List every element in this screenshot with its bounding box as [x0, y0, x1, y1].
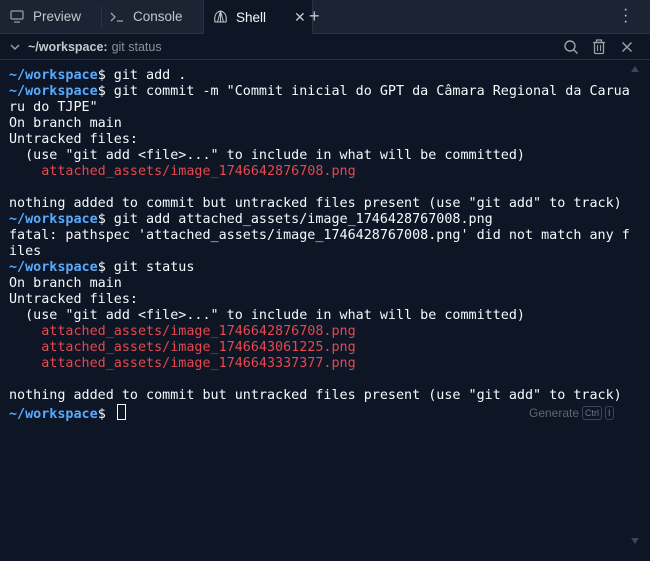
shell-prompt: ~/workspace	[9, 212, 98, 227]
tab-console[interactable]: Console	[109, 0, 183, 33]
chevron-down-icon[interactable]	[10, 42, 20, 52]
terminal-cursor[interactable]	[116, 404, 126, 420]
shell-subheader: ~/workspace: git status	[0, 34, 650, 60]
output-line	[9, 180, 630, 196]
add-tab-icon[interactable]: +	[309, 6, 320, 27]
line-text	[9, 372, 17, 387]
line-text: On branch main	[9, 276, 122, 291]
untracked-file: attached_assets/image_1746643337377.png	[9, 356, 356, 371]
line-text: fatal: pathspec 'attached_assets/image_1…	[9, 228, 630, 243]
tab-shell[interactable]: Shell ✕	[203, 0, 313, 34]
scroll-up-arrow[interactable]	[631, 66, 639, 72]
prompt-line: ~/workspace$ git add attached_assets/ima…	[9, 212, 630, 228]
shell-prompt: ~/workspace	[9, 84, 98, 99]
prompt-line: ~/workspace$ git add .	[9, 68, 630, 84]
tab-shell-label: Shell	[236, 9, 267, 25]
prompt-line: ~/workspace$ git status	[9, 260, 630, 276]
terminal-output[interactable]: ~/workspace$ git add . ~/workspace$ git c…	[0, 60, 630, 560]
output-line: nothing added to commit but untracked fi…	[9, 388, 630, 404]
tab-preview-label: Preview	[33, 9, 82, 24]
untracked-file: attached_assets/image_1746642876708.png	[9, 164, 356, 179]
line-text: ru do TJPE"	[9, 100, 98, 115]
untracked-file: attached_assets/image_1746642876708.png	[9, 324, 356, 339]
output-line: Untracked files:	[9, 292, 630, 308]
search-icon[interactable]	[563, 39, 579, 55]
generate-hint[interactable]: Generate Ctrl I	[529, 406, 614, 420]
tab-bar: Preview Console Shell ✕ + · · ·	[0, 0, 650, 34]
ctrl-key: Ctrl	[582, 406, 603, 420]
output-line: ru do TJPE"	[9, 100, 630, 116]
prompt-line: ~/workspace$ git commit -m "Commit inici…	[9, 84, 630, 100]
output-line	[9, 372, 630, 388]
output-line: Untracked files:	[9, 132, 630, 148]
line-text: (use "git add <file>..." to include in w…	[9, 308, 525, 323]
terminal-lines: ~/workspace$ git add . ~/workspace$ git c…	[9, 68, 630, 423]
tab-divider	[101, 6, 102, 27]
scroll-down-arrow[interactable]	[631, 538, 639, 544]
shell-prompt: ~/workspace	[9, 407, 98, 422]
line-text: $ git status	[97, 260, 195, 275]
trash-icon[interactable]	[591, 39, 607, 55]
output-line: On branch main	[9, 276, 630, 292]
close-icon[interactable]	[619, 39, 635, 55]
line-text: nothing added to commit but untracked fi…	[9, 388, 622, 403]
output-line: (use "git add <file>..." to include in w…	[9, 148, 630, 164]
line-text	[9, 180, 17, 195]
terminal-prompt-icon	[109, 9, 125, 25]
output-line: attached_assets/image_1746643337377.png	[9, 356, 630, 372]
output-line: fatal: pathspec 'attached_assets/image_1…	[9, 228, 630, 244]
line-text: $	[97, 407, 114, 422]
current-directory: ~/workspace:	[28, 39, 108, 54]
output-line: attached_assets/image_1746642876708.png	[9, 164, 630, 180]
shell-prompt: ~/workspace	[9, 260, 98, 275]
line-text: nothing added to commit but untracked fi…	[9, 196, 622, 211]
output-line: attached_assets/image_1746643061225.png	[9, 340, 630, 356]
line-text: $ git commit -m "Commit inicial do GPT d…	[97, 84, 630, 99]
line-text: On branch main	[9, 116, 122, 131]
line-text: (use "git add <file>..." to include in w…	[9, 148, 525, 163]
generate-label: Generate	[529, 406, 580, 420]
shell-icon	[212, 9, 228, 25]
output-line: attached_assets/image_1746642876708.png	[9, 324, 630, 340]
line-text: $ git add attached_assets/image_17464287…	[97, 212, 493, 227]
more-options-icon[interactable]: · · ·	[623, 2, 628, 30]
monitor-icon	[9, 9, 25, 25]
line-text: Untracked files:	[9, 292, 138, 307]
shell-app: Preview Console Shell ✕ + · · · ~/workspac…	[0, 0, 650, 561]
close-tab-icon[interactable]: ✕	[294, 9, 306, 26]
output-line: iles	[9, 244, 630, 260]
tab-preview[interactable]: Preview	[9, 0, 81, 33]
output-line: On branch main	[9, 116, 630, 132]
line-text: $ git add .	[97, 68, 187, 83]
line-text: Untracked files:	[9, 132, 138, 147]
shell-prompt: ~/workspace	[9, 68, 98, 83]
running-command: git status	[111, 39, 162, 54]
output-line: nothing added to commit but untracked fi…	[9, 196, 630, 212]
i-key: I	[605, 406, 614, 420]
line-text: iles	[9, 244, 42, 259]
output-line: (use "git add <file>..." to include in w…	[9, 308, 630, 324]
untracked-file: attached_assets/image_1746643061225.png	[9, 340, 356, 355]
tab-console-label: Console	[133, 9, 183, 24]
